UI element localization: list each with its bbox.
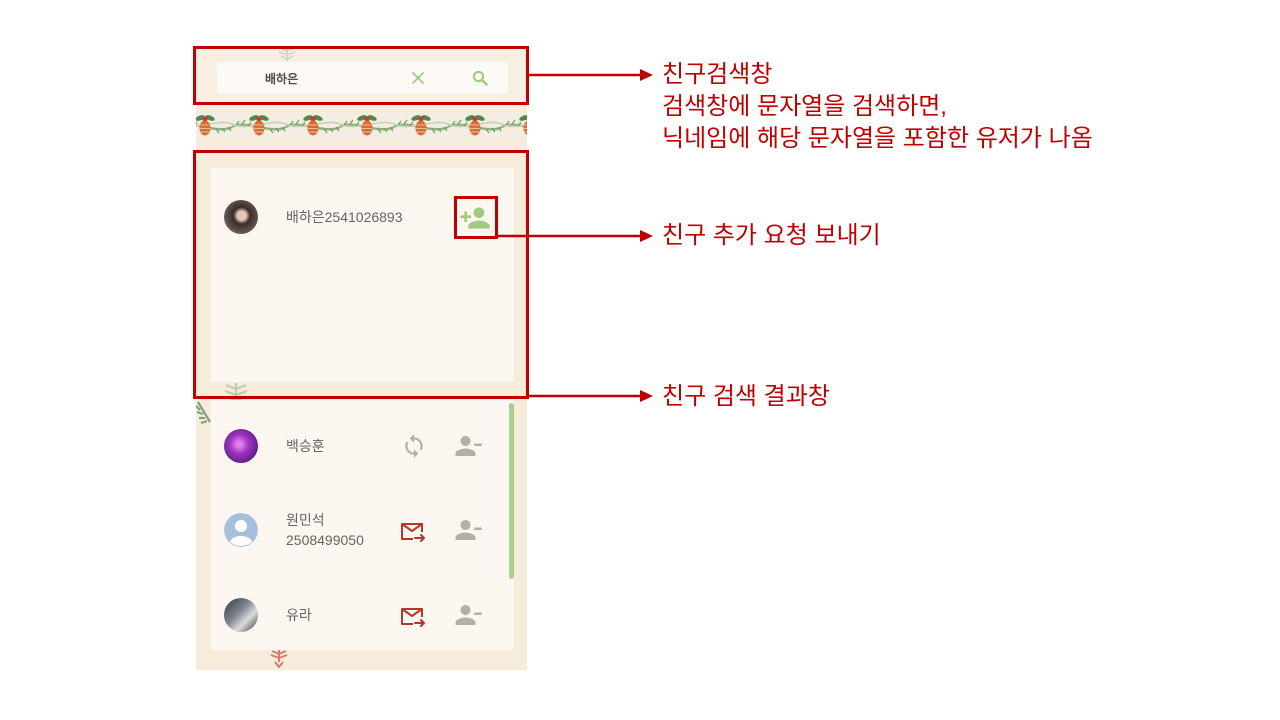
annotation-search-box: 친구검색창 검색창에 문자열을 검색하면, 닉네임에 해당 문자열을 포함한 유… [662,59,1093,155]
annotation-line: 닉네임에 해당 문자열을 포함한 유저가 나옴 [662,125,1093,152]
annotation-line: 검색창에 문자열을 검색하면, [662,93,947,120]
annotation-results: 친구 검색 결과창 [662,383,830,410]
annotation-arrow [529,390,653,402]
annotation-arrow [498,230,653,242]
annotation-title: 친구검색창 [662,61,773,88]
annotation-add-friend: 친구 추가 요청 보내기 [662,222,881,249]
annotation-arrow [529,69,653,81]
